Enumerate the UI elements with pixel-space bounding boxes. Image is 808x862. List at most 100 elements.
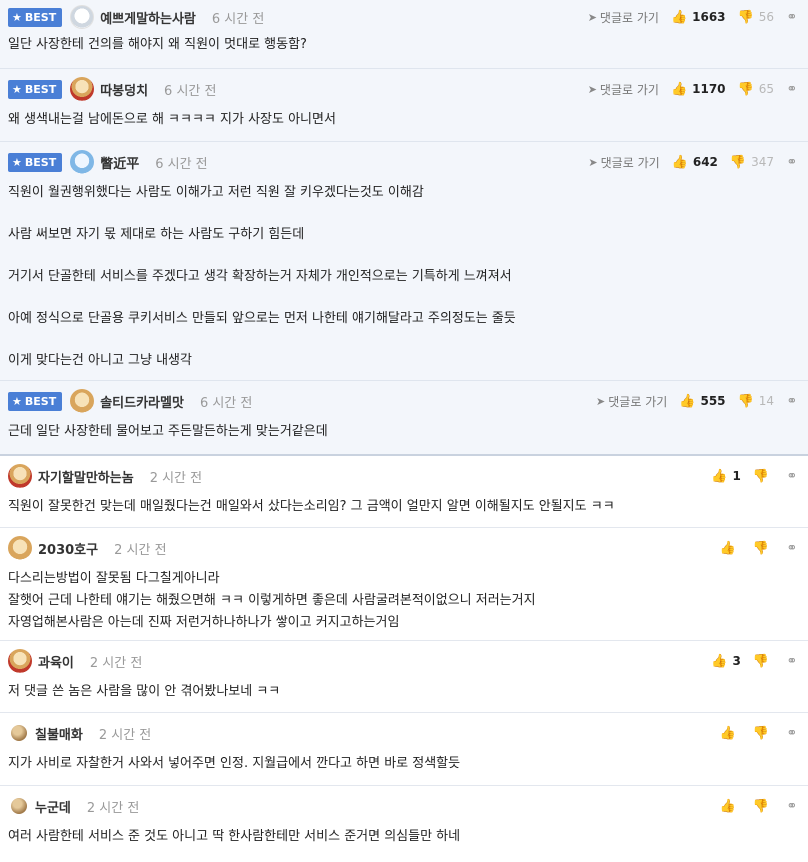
thumbs-down-icon: 👎: [752, 468, 769, 484]
comment-actions: ➤ 댓글로 가기 👍 642 👎 347 ⚭: [588, 142, 798, 182]
thumbs-down-icon: 👎: [752, 653, 769, 669]
timestamp: 6 시간 전: [164, 83, 217, 99]
share-icon[interactable]: ⚭: [786, 469, 798, 484]
timestamp: 2 시간 전: [114, 542, 167, 558]
thumbs-up-icon: 👍: [670, 9, 688, 25]
comment-header: 칠불매화 2 시간 전 👍 👎 ⚭: [8, 713, 800, 753]
thumbs-down-icon: 👎: [752, 725, 769, 741]
share-icon[interactable]: ⚭: [786, 654, 798, 669]
avatar[interactable]: [70, 77, 95, 101]
comment-actions: 👍 3 👎 ⚭: [711, 641, 798, 681]
username[interactable]: 자기할말만하는놈: [38, 467, 134, 486]
avatar[interactable]: [70, 389, 95, 413]
comment-actions: 👍 👎 ⚭: [720, 786, 798, 826]
star-icon: ★: [12, 82, 22, 96]
best-badge: ★ BEST: [8, 7, 63, 27]
upvote-count: 555: [700, 394, 726, 408]
comment-actions: 👍 1 👎 ⚭: [711, 456, 798, 496]
best-badge: ★ BEST: [8, 391, 63, 411]
avatar[interactable]: [70, 150, 95, 174]
timestamp: 2 시간 전: [86, 800, 140, 816]
username[interactable]: 2030호구: [38, 539, 98, 558]
avatar[interactable]: [8, 649, 32, 673]
upvote-count: 1: [732, 469, 741, 483]
username[interactable]: 예쁘게말하는사람: [100, 8, 196, 27]
comment-header: 누군데 2 시간 전 👍 👎 ⚭: [8, 786, 800, 826]
comment-body: 지가 사비로 자찰한거 사와서 넣어주면 인정. 지월급에서 깐다고 하면 바로…: [8, 756, 461, 771]
goto-comment-link[interactable]: ➤ 댓글로 가기: [588, 9, 659, 26]
share-icon[interactable]: ⚭: [786, 82, 798, 97]
avatar[interactable]: [8, 464, 32, 488]
thumbs-down-icon: 👎: [737, 9, 754, 25]
upvote-count: 1170: [692, 82, 726, 96]
username[interactable]: 따봉덩치: [100, 80, 148, 99]
thumbs-down-icon: 👎: [729, 154, 747, 170]
arrow-icon: ➤: [587, 10, 597, 24]
upvote-button[interactable]: 👍 555: [679, 394, 725, 409]
username[interactable]: 瞥近平: [100, 153, 139, 172]
comment-body: 일단 사장한테 건의를 해야지 왜 직원이 멋대로 행동함?: [8, 37, 307, 52]
comment-header: 2030호구 2 시간 전 👍 👎 ⚭: [8, 528, 800, 568]
username[interactable]: 과육이: [38, 652, 74, 671]
share-icon[interactable]: ⚭: [786, 10, 798, 25]
upvote-button[interactable]: 👍: [720, 541, 741, 556]
username[interactable]: 누군데: [35, 797, 71, 816]
downvote-count: 14: [758, 394, 774, 408]
upvote-count: 642: [692, 155, 718, 169]
share-icon[interactable]: ⚭: [786, 726, 798, 741]
best-badge: ★ BEST: [8, 152, 63, 172]
upvote-button[interactable]: 👍 3: [711, 654, 741, 669]
star-icon: ★: [12, 394, 22, 408]
comment-item: 2030호구 2 시간 전 👍 👎 ⚭ 다스리는방법이 잘못됨 다그칠게아니라 …: [0, 528, 808, 641]
upvote-button[interactable]: 👍: [720, 726, 741, 741]
thumbs-up-icon: 👍: [719, 540, 736, 556]
comment-actions: ➤ 댓글로 가기 👍 1663 👎 56 ⚭: [588, 0, 798, 34]
comment-item: ★ BEST 솔티드카라멜맛 6 시간 전 ➤ 댓글로 가기 👍 555 👎 14 ⚭ …: [0, 381, 808, 456]
downvote-button[interactable]: 👎 56: [738, 10, 774, 25]
thumbs-up-icon: 👍: [711, 468, 728, 484]
comment-header: ★ BEST 예쁘게말하는사람 6 시간 전 ➤ 댓글로 가기 👍 1663 👎 56 …: [8, 0, 800, 34]
upvote-button[interactable]: 👍 642: [672, 155, 718, 170]
comment-header: 과육이 2 시간 전 👍 3 👎 ⚭: [8, 641, 800, 681]
goto-comment-link[interactable]: ➤ 댓글로 가기: [596, 393, 667, 410]
comment-body: 저 댓글 쓴 놈은 사람을 많이 안 겪어봤나보네 ㅋㅋ: [8, 684, 281, 699]
downvote-button[interactable]: 👎: [753, 799, 774, 814]
upvote-button[interactable]: 👍 1170: [671, 82, 726, 97]
downvote-count: 65: [758, 82, 774, 96]
share-icon[interactable]: ⚭: [786, 799, 798, 814]
avatar[interactable]: [8, 536, 32, 560]
downvote-button[interactable]: 👎: [753, 469, 774, 484]
star-icon: ★: [12, 10, 22, 24]
comment-item: ★ BEST 瞥近平 6 시간 전 ➤ 댓글로 가기 👍 642 👎 347 ⚭ 직원이…: [0, 142, 808, 381]
comment-item: 자기할말만하는놈 2 시간 전 👍 1 👎 ⚭ 직원이 잘못한건 맞는데 매일줬다…: [0, 456, 808, 528]
downvote-button[interactable]: 👎: [753, 654, 774, 669]
downvote-button[interactable]: 👎 14: [738, 394, 774, 409]
star-icon: ★: [12, 155, 22, 169]
thumbs-down-icon: 👎: [737, 393, 754, 409]
avatar[interactable]: [11, 725, 27, 741]
thumbs-down-icon: 👎: [752, 798, 769, 814]
goto-comment-link[interactable]: ➤ 댓글로 가기: [588, 81, 659, 98]
share-icon[interactable]: ⚭: [786, 394, 798, 409]
upvote-button[interactable]: 👍 1: [711, 469, 741, 484]
upvote-count: 3: [732, 654, 741, 668]
downvote-button[interactable]: 👎: [753, 726, 774, 741]
comment-body: 왜 생색내는걸 남에돈으로 해 ㅋㅋㅋㅋ 지가 사장도 아니면서: [8, 112, 336, 127]
downvote-button[interactable]: 👎: [753, 541, 774, 556]
share-icon[interactable]: ⚭: [786, 155, 798, 170]
username[interactable]: 칠불매화: [35, 724, 83, 743]
share-icon[interactable]: ⚭: [786, 541, 798, 556]
upvote-button[interactable]: 👍: [720, 799, 741, 814]
comment-body: 직원이 잘못한건 맞는데 매일줬다는건 매일와서 샀다는소리임? 그 금액이 얼…: [8, 499, 615, 514]
downvote-button[interactable]: 👎 65: [738, 82, 774, 97]
comment-item: 칠불매화 2 시간 전 👍 👎 ⚭ 지가 사비로 자찰한거 사와서 넣어주면 인…: [0, 713, 808, 786]
avatar[interactable]: [70, 5, 95, 29]
thumbs-up-icon: 👍: [711, 653, 728, 669]
upvote-button[interactable]: 👍 1663: [671, 10, 726, 25]
avatar[interactable]: [11, 798, 27, 814]
timestamp: 2 시간 전: [149, 470, 203, 486]
downvote-button[interactable]: 👎 347: [730, 155, 774, 170]
comment-body: 근데 일단 사장한테 물어보고 주든말든하는게 맞는거같은데: [8, 424, 328, 439]
goto-comment-link[interactable]: ➤ 댓글로 가기: [588, 154, 659, 171]
username[interactable]: 솔티드카라멜맛: [100, 392, 184, 411]
